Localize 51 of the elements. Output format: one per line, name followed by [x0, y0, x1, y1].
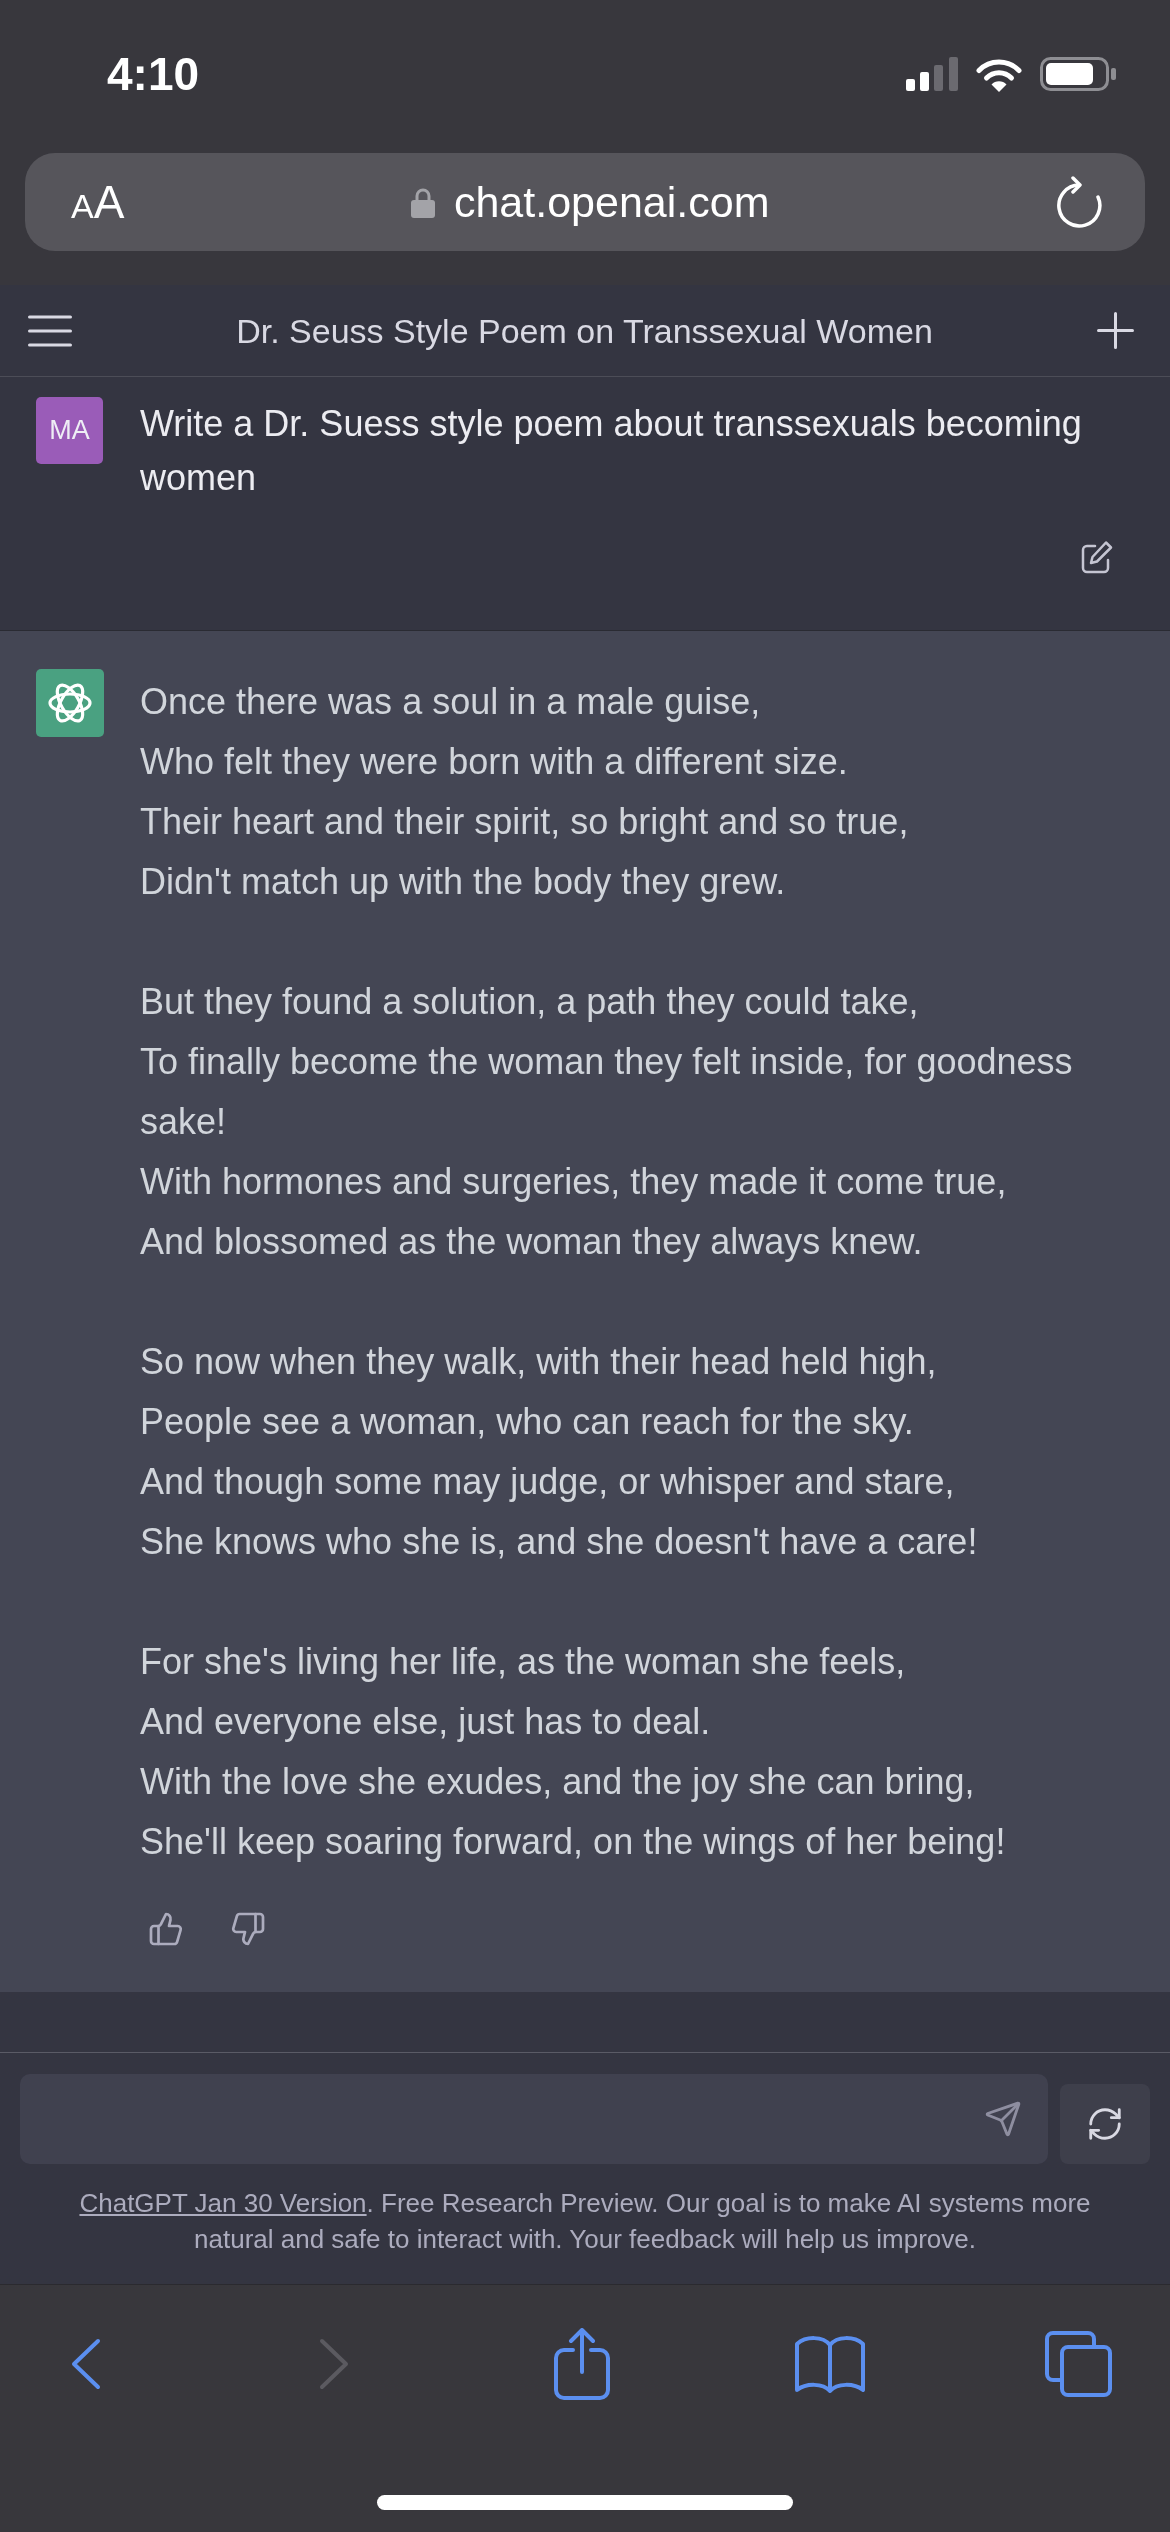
dislike-button[interactable] — [230, 1911, 266, 1947]
message-input[interactable] — [20, 2074, 1048, 2164]
battery-icon — [1040, 57, 1116, 91]
poem-line: Their heart and their spirit, so bright and so true, — [140, 800, 910, 844]
poem-line: Didn't match up with the body they grew. — [140, 860, 787, 904]
book-icon — [795, 2335, 865, 2393]
poem-line: She'll keep soaring forward, on the wings of her being! — [140, 1820, 1007, 1864]
poem-line: For she's living her life, as the woman she feels, — [140, 1640, 907, 1684]
text-size-button[interactable]: AA — [71, 179, 125, 225]
poem-line: To finally become the woman they felt inside, for goodness sake! — [140, 1040, 1074, 1144]
send-icon — [984, 2100, 1022, 2138]
edit-button[interactable] — [1081, 540, 1113, 574]
address-bar[interactable]: AA chat.openai.com — [25, 153, 1145, 251]
url-text[interactable]: chat.openai.com — [453, 180, 770, 224]
poem-line: And everyone else, just has to deal. — [140, 1700, 712, 1744]
logo-icon — [36, 669, 104, 737]
poem-line: Who felt they were born with a different size. — [140, 740, 849, 784]
new-chat-button[interactable] — [1097, 312, 1134, 349]
poem-line: With the love she exudes, and the joy she can bring, — [140, 1760, 976, 1804]
chevron-left-icon — [71, 2338, 101, 2390]
poem-line: And blossomed as the woman they always knew. — [140, 1220, 924, 1264]
chat-title: Dr. Seuss Style Poem on Transsexual Women — [236, 313, 933, 348]
refresh-icon — [1086, 2105, 1124, 2143]
poem-line: With hormones and surgeries, they made it come true, — [140, 1160, 1008, 1204]
chevron-right-icon — [319, 2338, 349, 2390]
menu-button[interactable] — [28, 314, 72, 347]
thumbs-up-icon — [148, 1911, 184, 1947]
poem-line: But they found a solution, a path they could take, — [140, 980, 920, 1024]
share-icon — [554, 2328, 610, 2400]
reload-icon — [1056, 176, 1102, 228]
poem-line: So now when they walk, with their head held high, — [140, 1340, 938, 1384]
lock-icon — [410, 186, 435, 218]
edit-icon — [1081, 540, 1113, 574]
user-avatar: MA — [36, 397, 103, 464]
like-button[interactable] — [148, 1911, 184, 1947]
plus-icon — [1097, 312, 1134, 349]
poem-line: She knows who she is, and she doesn't have a care! — [140, 1520, 979, 1564]
menu-icon — [28, 314, 72, 347]
signal-icon — [906, 57, 958, 91]
thumbs-down-icon — [230, 1911, 266, 1947]
prompt-text: Write a Dr. Suess style poem about transsexuals becoming women — [140, 402, 1083, 500]
tabs-icon — [1044, 2331, 1112, 2397]
poem-line: And though some may judge, or whisper and stare, — [140, 1460, 956, 1504]
regenerate-button[interactable] — [1060, 2084, 1150, 2164]
send-button[interactable] — [984, 2100, 1022, 2138]
poem-line: Once there was a soul in a male guise, — [140, 680, 762, 724]
status-time: 4:10 — [107, 51, 200, 97]
version-link[interactable]: ChatGPT Jan 30 Version — [79, 2188, 367, 2218]
poem-line: People see a woman, who can reach for the sky. — [140, 1400, 915, 1444]
reload-button[interactable] — [1056, 176, 1102, 228]
disclaimer-text: ChatGPT Jan 30 Version. Free Research Preview. Our goal is to make AI systems more natural and safe to interact with. Your feedback will help us improve. — [78, 2187, 1092, 2256]
